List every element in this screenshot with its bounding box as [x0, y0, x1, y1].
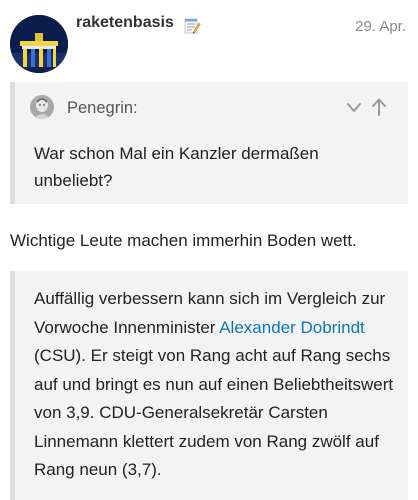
username-link[interactable]: raketenbasis	[76, 14, 174, 32]
quote-text-article: Auffällig verbessern kann sich im Vergle…	[34, 285, 404, 485]
chevron-down-icon[interactable]	[346, 101, 362, 115]
user-avatar[interactable]	[10, 15, 68, 73]
quote-title: Penegrin:	[15, 82, 408, 130]
quote-author-avatar[interactable]	[30, 95, 54, 119]
post-date[interactable]: 29. Apr.	[355, 18, 406, 35]
brandenburg-gate-avatar	[10, 15, 68, 73]
quote-block: Penegrin: War schon Mal ein Kanzler derm…	[10, 82, 408, 204]
memo-icon	[184, 18, 201, 34]
quote-text: War schon Mal ein Kanzler dermaßen unbel…	[34, 144, 319, 190]
quote-author-name: Penegrin:	[67, 99, 138, 117]
arrow-up-icon[interactable]	[371, 97, 387, 117]
statue-avatar	[30, 95, 54, 119]
post-body-text: Wichtige Leute machen immerhin Boden wet…	[10, 231, 357, 250]
alexander-dobrindt-link[interactable]: Alexander Dobrindt	[219, 318, 365, 337]
quote-block-article: Auffällig verbessern kann sich im Vergle…	[10, 271, 408, 500]
quote-text-part: (CSU). Er steigt von Rang acht auf Rang …	[34, 346, 394, 479]
post-header: raketenbasis 29. Apr.	[0, 0, 418, 80]
